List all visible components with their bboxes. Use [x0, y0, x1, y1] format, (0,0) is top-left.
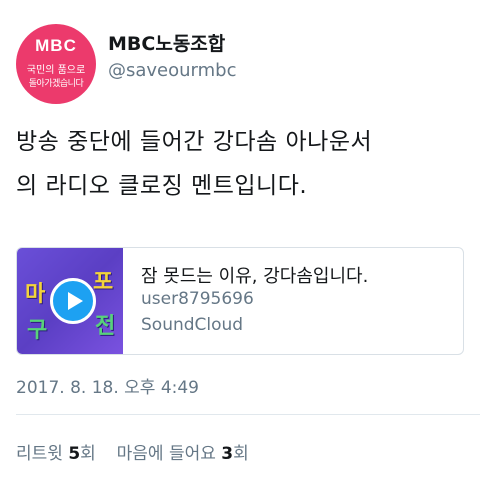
user-display-name[interactable]: MBC노동조합 — [108, 29, 225, 56]
play-button[interactable] — [50, 278, 96, 324]
link-card[interactable]: 마 포 구 전 잠 못드는 이유, 강다솜입니다. user8795696 So… — [16, 247, 464, 355]
tweet-text: 방송 중단에 들어간 강다솜 아나운서 의 라디오 클로징 멘트입니다. — [16, 120, 464, 208]
thumbnail-text: 구 — [27, 317, 48, 342]
avatar[interactable]: MBC 국민의 품으로 돌아가겠습니다 — [16, 24, 96, 104]
likes-stat[interactable]: 마음에 들어요 3회 — [117, 444, 249, 464]
play-icon — [68, 292, 83, 310]
retweets-label: 리트윗 — [16, 444, 63, 464]
retweets-unit: 회 — [80, 444, 96, 464]
tweet-timestamp[interactable]: 2017. 8. 18. 오후 4:49 — [16, 373, 199, 398]
avatar-slogan-line2: 돌아가겠습니다 — [28, 79, 84, 89]
card-title[interactable]: 잠 못드는 이유, 강다솜입니다. — [141, 262, 368, 288]
retweets-stat[interactable]: 리트윗 5회 — [16, 444, 101, 464]
avatar-slogan-line1: 국민의 품으로 — [26, 65, 86, 76]
likes-count: 3 — [221, 444, 234, 464]
likes-label: 마음에 들어요 — [116, 444, 216, 464]
retweets-count: 5 — [68, 444, 81, 464]
thumbnail-text: 포 — [93, 269, 114, 294]
tweet-stats: 리트윗 5회 마음에 들어요 3회 — [16, 439, 249, 464]
tweet-header: MBC 국민의 품으로 돌아가겠습니다 MBC노동조합 @saveourmbc — [16, 24, 464, 104]
tweet-text-line: 의 라디오 클로징 멘트입니다. — [16, 173, 308, 199]
tweet-text-line: 방송 중단에 들어간 강다솜 아나운서 — [16, 129, 373, 155]
likes-unit: 회 — [233, 444, 249, 464]
user-handle[interactable]: @saveourmbc — [108, 60, 237, 81]
thumbnail-text: 전 — [95, 313, 116, 338]
thumbnail-text: 마 — [25, 281, 46, 306]
card-author: user8795696 — [141, 289, 254, 309]
card-site: SoundCloud — [141, 315, 244, 335]
card-thumbnail[interactable]: 마 포 구 전 — [17, 248, 123, 354]
avatar-logo: MBC — [35, 36, 77, 55]
divider — [16, 414, 480, 415]
